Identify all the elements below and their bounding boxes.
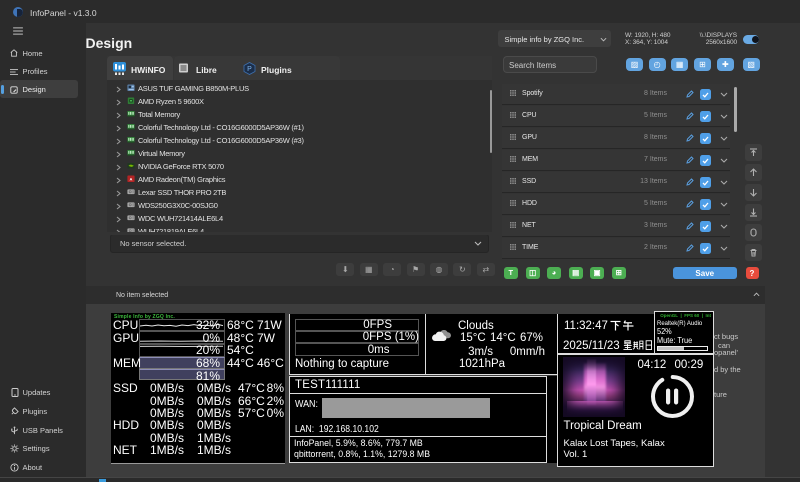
svg-text:P: P [247, 66, 252, 73]
svg-text:A: A [129, 177, 132, 182]
